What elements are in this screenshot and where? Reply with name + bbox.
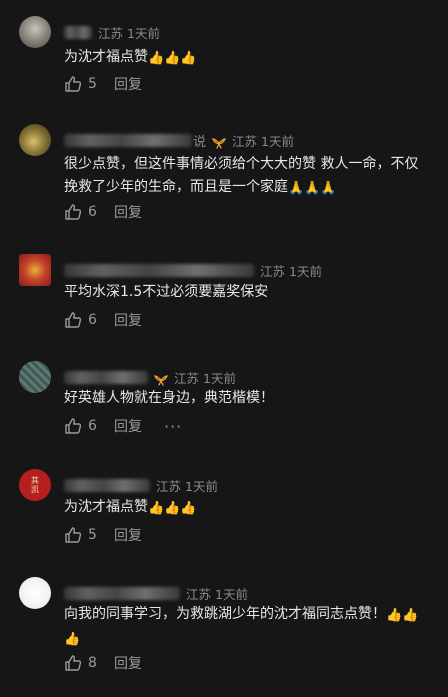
username-blurred[interactable] (64, 263, 254, 277)
username-tail[interactable]: 说 (193, 131, 206, 150)
like-count: 6 (88, 204, 97, 220)
thumbs-up-emoji: 👍 (64, 632, 81, 647)
comment-text: 向我的同事学习，为救跳湖少年的沈才福同志点赞！👍👍👍 (64, 603, 424, 651)
comment-body: 为沈才福点赞 (64, 499, 148, 515)
thumbs-up-emoji: 👍 (148, 501, 165, 516)
comment-meta: 江苏 1天前 (64, 584, 248, 602)
praying-hands-emoji: 🙏 (320, 181, 337, 196)
username-blurred[interactable] (64, 133, 192, 147)
like-count: 6 (88, 312, 97, 328)
thumbs-up-emoji: 👍 (402, 608, 419, 623)
comment-body: 向我的同事学习，为救跳湖少年的沈才福同志点赞！ (64, 606, 386, 622)
thumbs-up-emoji: 👍 (164, 501, 181, 516)
comment-text: 为沈才福点赞👍👍👍 (64, 46, 424, 70)
comment-actions: 8 回复 (64, 653, 142, 673)
timestamp: 1天前 (127, 25, 160, 41)
like-count: 6 (88, 418, 97, 434)
praying-hands-emoji: 🙏 (304, 181, 321, 196)
comment-meta: 江苏 1天前 (64, 261, 322, 279)
comment-body: 平均水深1.5不过必须要嘉奖保安 (64, 284, 269, 300)
timestamp: 1天前 (215, 586, 248, 602)
comment-text: 平均水深1.5不过必须要嘉奖保安 (64, 281, 424, 304)
timestamp: 1天前 (289, 263, 322, 279)
timestamp: 1天前 (261, 133, 294, 149)
location: 江苏 (232, 133, 258, 149)
comment-actions: 5 回复 (64, 74, 142, 94)
like-icon[interactable] (64, 526, 82, 544)
comment-body: 为沈才福点赞 (64, 49, 148, 65)
like-count: 5 (88, 527, 97, 543)
username-blurred[interactable] (64, 370, 148, 384)
comment-actions: 6 回复 (64, 202, 142, 222)
thumbs-up-emoji: 👍 (180, 51, 197, 66)
like-icon[interactable] (64, 203, 82, 221)
username-blurred[interactable] (64, 586, 180, 600)
comment-text: 好英雄人物就在身边，典范楷模！ (64, 387, 424, 410)
location: 江苏 (174, 370, 200, 386)
location: 江苏 (260, 263, 286, 279)
comment-meta: 江苏 1天前 (64, 368, 236, 386)
avatar[interactable] (19, 16, 51, 48)
comment-actions: 5 回复 (64, 525, 142, 545)
avatar[interactable] (19, 124, 51, 156)
bow-badge-icon (153, 371, 169, 386)
reply-button[interactable]: 回复 (114, 74, 142, 94)
avatar[interactable] (19, 577, 51, 609)
reply-button[interactable]: 回复 (114, 202, 142, 222)
bow-badge-icon (211, 134, 227, 149)
username-blurred[interactable] (64, 478, 150, 492)
username-blurred[interactable] (64, 25, 92, 39)
timestamp: 1天前 (203, 370, 236, 386)
reply-button[interactable]: 回复 (114, 525, 142, 545)
comment-body: 很少点赞，但这件事情必须给个大大的赞 救人一命，不仅挽救了少年的生命，而且是一个… (64, 156, 419, 195)
more-options-button[interactable]: ··· (164, 417, 182, 436)
timestamp: 1天前 (185, 478, 218, 494)
comment-actions: 6 回复 (64, 310, 142, 330)
location: 江苏 (186, 586, 212, 602)
reply-button[interactable]: 回复 (114, 416, 142, 436)
location: 江苏 (98, 25, 124, 41)
reply-button[interactable]: 回复 (114, 653, 142, 673)
like-icon[interactable] (64, 311, 82, 329)
avatar-text: 其凯 (31, 476, 39, 494)
like-icon[interactable] (64, 417, 82, 435)
comment-text: 很少点赞，但这件事情必须给个大大的赞 救人一命，不仅挽救了少年的生命，而且是一个… (64, 153, 424, 200)
thumbs-up-emoji: 👍 (180, 501, 197, 516)
comment-meta: 江苏 1天前 (64, 23, 160, 41)
avatar[interactable]: 其凯 (19, 469, 51, 501)
location: 江苏 (156, 478, 182, 494)
thumbs-up-emoji: 👍 (164, 51, 181, 66)
praying-hands-emoji: 🙏 (288, 181, 305, 196)
comment-actions: 6 回复 ··· (64, 416, 182, 436)
like-icon[interactable] (64, 75, 82, 93)
comment-body: 好英雄人物就在身边，典范楷模！ (64, 390, 274, 406)
like-count: 5 (88, 76, 97, 92)
like-count: 8 (88, 655, 97, 671)
like-icon[interactable] (64, 654, 82, 672)
comment-text: 为沈才福点赞👍👍👍 (64, 496, 424, 520)
reply-button[interactable]: 回复 (114, 310, 142, 330)
comment-meta: 江苏 1天前 (64, 476, 218, 494)
avatar[interactable] (19, 254, 51, 286)
thumbs-up-emoji: 👍 (386, 608, 403, 623)
comment-meta: 说 江苏 1天前 (64, 131, 294, 150)
avatar[interactable] (19, 361, 51, 393)
thumbs-up-emoji: 👍 (148, 51, 165, 66)
